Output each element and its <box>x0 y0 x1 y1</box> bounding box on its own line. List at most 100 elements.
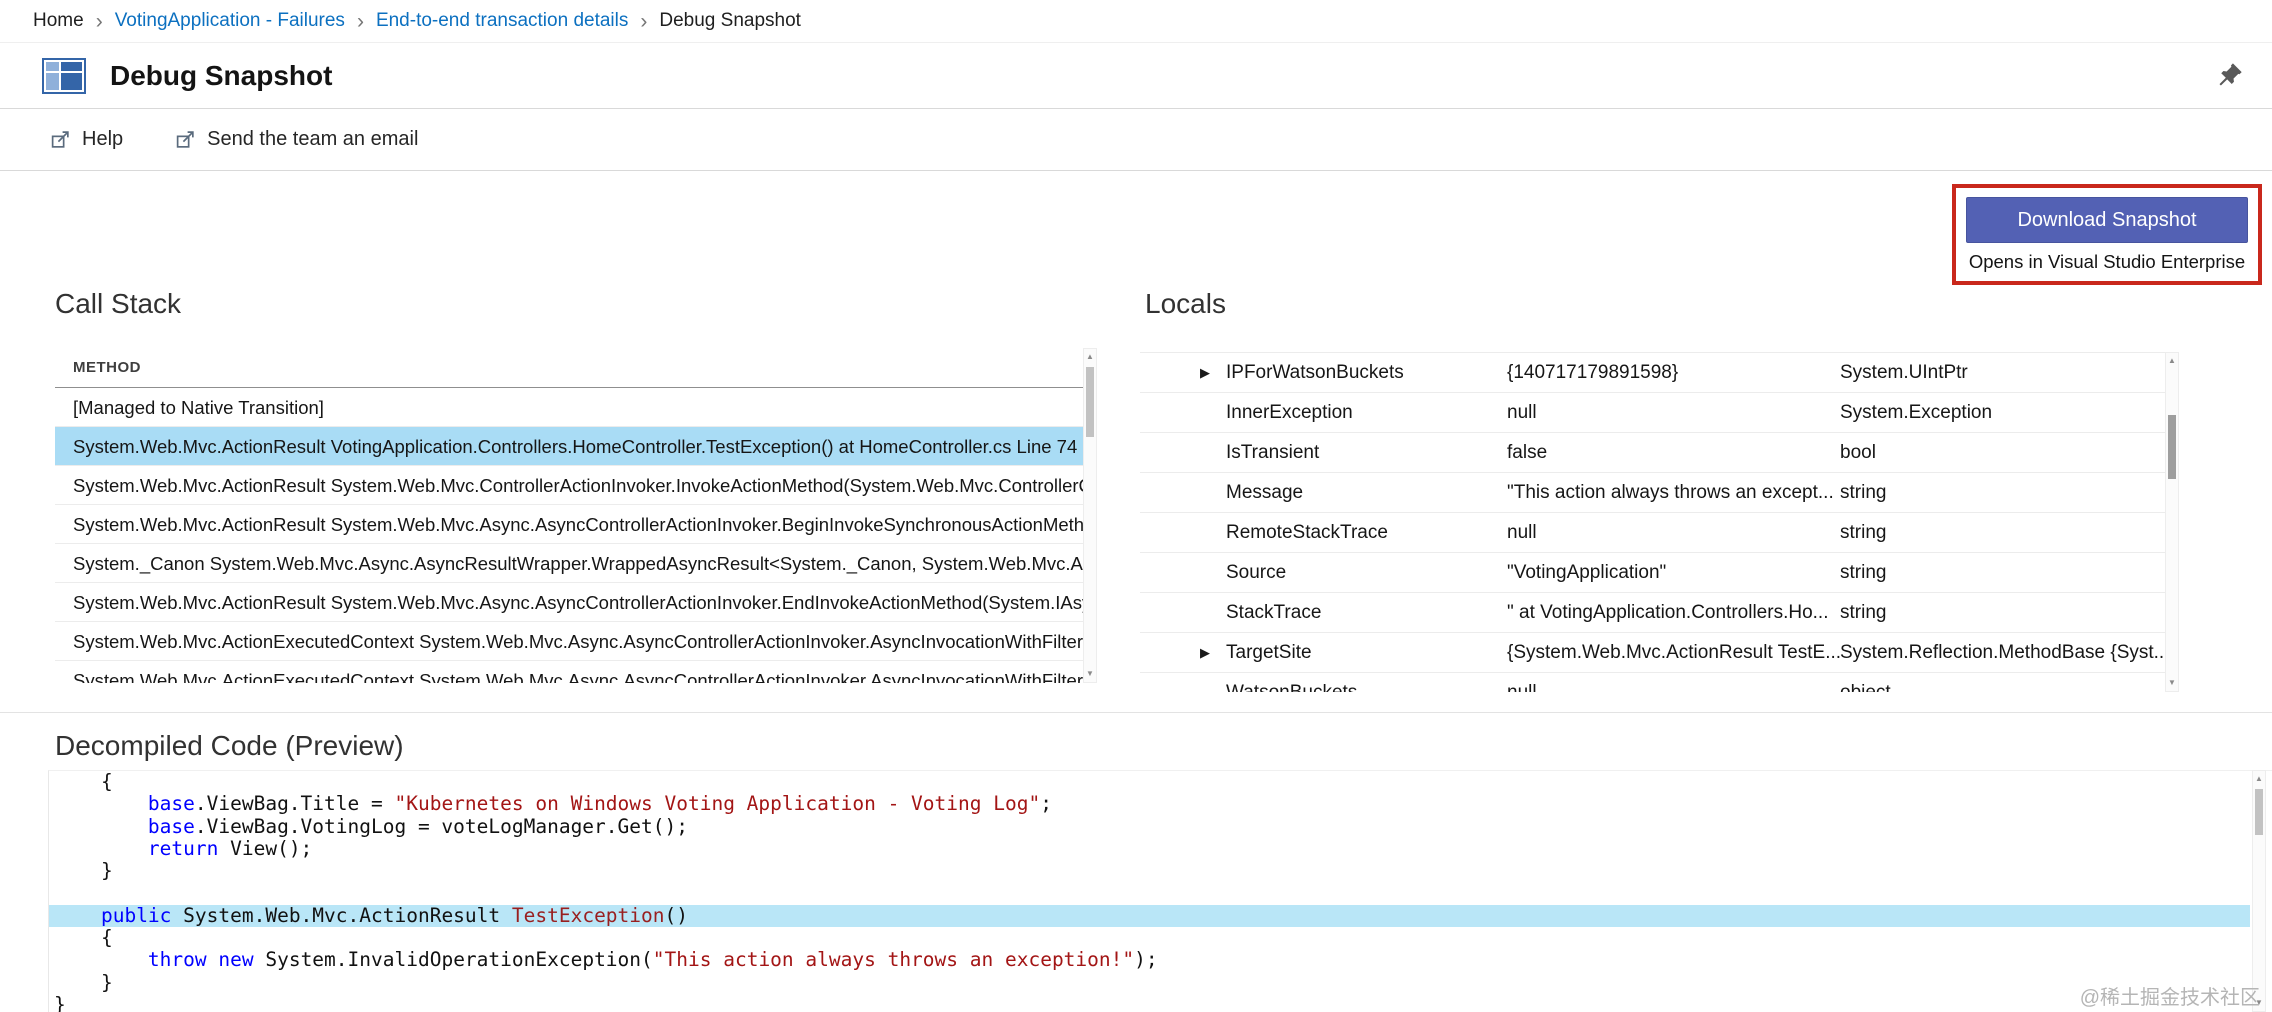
locals-value: null <box>1507 521 1537 543</box>
breadcrumb-item: Debug Snapshot <box>659 10 801 31</box>
scroll-up-icon[interactable]: ▲ <box>2253 771 2265 787</box>
breadcrumb-separator-icon: › <box>95 10 103 33</box>
code-line: { <box>54 926 113 950</box>
call-stack-row[interactable]: System.Web.Mvc.ActionResult System.Web.M… <box>55 466 1083 505</box>
code-line: public System.Web.Mvc.ActionResult TestE… <box>49 904 2250 928</box>
locals-type: string <box>1840 561 1887 583</box>
code-line: { <box>54 770 113 793</box>
external-link-icon <box>51 131 69 148</box>
locals-row[interactable]: ▶ TargetSite {System.Web.Mvc.ActionResult … <box>1140 633 2165 673</box>
call-stack-row[interactable]: System._Canon System.Web.Mvc.Async.Async… <box>55 544 1083 583</box>
locals-value: false <box>1507 441 1548 463</box>
locals-value: {140717179891598} <box>1507 361 1679 383</box>
page-title: Debug Snapshot <box>110 59 333 91</box>
external-link-icon <box>176 131 194 148</box>
call-stack-row[interactable]: [Managed to Native Transition] <box>55 388 1083 427</box>
locals-name: Message <box>1226 481 1304 503</box>
decompiled-code-heading: Decompiled Code (Preview) <box>55 730 404 761</box>
scroll-down-icon[interactable]: ▼ <box>1084 666 1096 682</box>
breadcrumb: Home › VotingApplication - Failures › End-to… <box>0 0 2272 43</box>
call-stack-table: METHOD [Managed to Native Transition] Sys… <box>55 348 1083 683</box>
locals-name: InnerException <box>1226 401 1353 423</box>
send-team-email-button[interactable]: Send the team an email <box>175 128 418 151</box>
locals-name: WatsonBuckets <box>1226 681 1358 693</box>
call-stack-scrollbar[interactable]: ▲ ▼ <box>1083 348 1097 683</box>
code-line: base.ViewBag.Title = "Kubernetes on Wind… <box>147 792 1052 816</box>
locals-row[interactable]: InnerException null System.Exception <box>1140 393 2165 433</box>
locals-type: string <box>1840 521 1887 543</box>
locals-type: bool <box>1840 441 1876 463</box>
send-team-email-label: Send the team an email <box>207 128 419 150</box>
locals-row[interactable]: RemoteStackTrace null string <box>1140 513 2165 553</box>
locals-row[interactable]: Source "VotingApplication" string <box>1140 553 2165 593</box>
locals-name: StackTrace <box>1226 601 1322 623</box>
locals-row[interactable]: WatsonBuckets null object <box>1140 673 2165 693</box>
scroll-down-icon[interactable]: ▼ <box>2166 675 2178 691</box>
locals-name: IsTransient <box>1226 441 1320 463</box>
decompiled-code-viewer: { base.ViewBag.Title = "Kubernetes on Wi… <box>48 770 2272 1012</box>
locals-name: IPForWatsonBuckets <box>1226 361 1404 383</box>
locals-heading: Locals <box>1145 288 1226 319</box>
code-line: } <box>54 859 113 883</box>
locals-type: System.Exception <box>1840 401 1993 423</box>
help-button[interactable]: Help <box>50 128 123 151</box>
expand-arrow-icon[interactable]: ▶ <box>1200 365 1226 381</box>
locals-value: " at VotingApplication.Controllers.Ho... <box>1507 601 1829 623</box>
locals-value: {System.Web.Mvc.ActionResult TestE... <box>1507 641 1840 663</box>
breadcrumb-item[interactable]: VotingApplication - Failures <box>115 10 345 32</box>
locals-type: object <box>1840 681 1891 693</box>
locals-row[interactable]: Message "This action always throws an exc… <box>1140 473 2165 513</box>
breadcrumb-item[interactable]: End-to-end transaction details <box>376 10 628 32</box>
call-stack-row[interactable]: System.Web.Mvc.ActionResult System.Web.M… <box>55 583 1083 622</box>
locals-row[interactable]: StackTrace " at VotingApplication.Control… <box>1140 593 2165 633</box>
pin-icon[interactable] <box>2216 61 2246 91</box>
code-line: } <box>54 970 113 994</box>
title-bar: Debug Snapshot <box>0 43 2272 109</box>
locals-name: Source <box>1226 561 1287 583</box>
code-line: base.ViewBag.VotingLog = voteLogManager.… <box>147 814 688 838</box>
locals-row[interactable]: IsTransient false bool <box>1140 433 2165 473</box>
locals-value: null <box>1507 401 1537 423</box>
locals-name: TargetSite <box>1226 641 1312 663</box>
call-stack-row[interactable]: System.Web.Mvc.ActionResult System.Web.M… <box>55 505 1083 544</box>
locals-type: string <box>1840 481 1887 503</box>
locals-value: "This action always throws an except... <box>1507 481 1834 503</box>
debug-snapshot-page: Home › VotingApplication - Failures › End-to… <box>0 0 2272 1012</box>
call-stack-column-header: METHOD <box>55 348 1083 388</box>
section-divider <box>0 712 2272 713</box>
breadcrumb-separator-icon: › <box>640 10 648 33</box>
locals-table: ▶ IPForWatsonBuckets {140717179891598} Syst… <box>1140 352 2165 692</box>
call-stack-row[interactable]: System.Web.Mvc.ActionResult VotingApplic… <box>55 427 1083 466</box>
call-stack-row[interactable]: System.Web.Mvc.ActionExecutedContext Sys… <box>55 622 1083 661</box>
code-scrollbar[interactable]: ▲ ▼ <box>2252 770 2266 1012</box>
command-bar: Help Send the team an email <box>0 109 2272 171</box>
locals-type: System.UIntPtr <box>1840 361 1968 383</box>
locals-type: System.Reflection.MethodBase {Syst... <box>1840 641 2165 663</box>
call-stack-row[interactable]: System.Web.Mvc.ActionExecutedContext Sys… <box>55 661 1083 683</box>
locals-row[interactable]: ▶ IPForWatsonBuckets {140717179891598} Syst… <box>1140 353 2165 393</box>
scroll-thumb[interactable] <box>2168 415 2176 479</box>
locals-value: "VotingApplication" <box>1507 561 1667 583</box>
scroll-thumb[interactable] <box>2255 789 2263 835</box>
call-stack-heading: Call Stack <box>55 288 182 319</box>
locals-name: RemoteStackTrace <box>1226 521 1388 543</box>
watermark: @稀土掘金技术社区 <box>2079 987 2260 1009</box>
locals-scrollbar[interactable]: ▲ ▼ <box>2165 352 2179 692</box>
download-highlight-box: Download Snapshot Opens in Visual Studio… <box>1952 184 2262 285</box>
debug-snapshot-icon <box>40 52 88 100</box>
breadcrumb-separator-icon: › <box>356 10 364 33</box>
code-line: return View(); <box>147 836 313 860</box>
expand-arrow-icon[interactable]: ▶ <box>1200 645 1226 661</box>
locals-type: string <box>1840 601 1887 623</box>
download-subtext: Opens in Visual Studio Enterprise <box>1968 251 2246 272</box>
code-line: throw new System.InvalidOperationExcepti… <box>147 948 1158 972</box>
code-line: } <box>54 992 66 1012</box>
scroll-up-icon[interactable]: ▲ <box>1084 349 1096 365</box>
download-snapshot-button[interactable]: Download Snapshot <box>1966 197 2248 243</box>
scroll-thumb[interactable] <box>1086 367 1094 437</box>
breadcrumb-item[interactable]: Home <box>33 10 84 32</box>
scroll-up-icon[interactable]: ▲ <box>2166 353 2178 369</box>
locals-value: null <box>1507 681 1537 693</box>
help-label: Help <box>82 128 124 150</box>
